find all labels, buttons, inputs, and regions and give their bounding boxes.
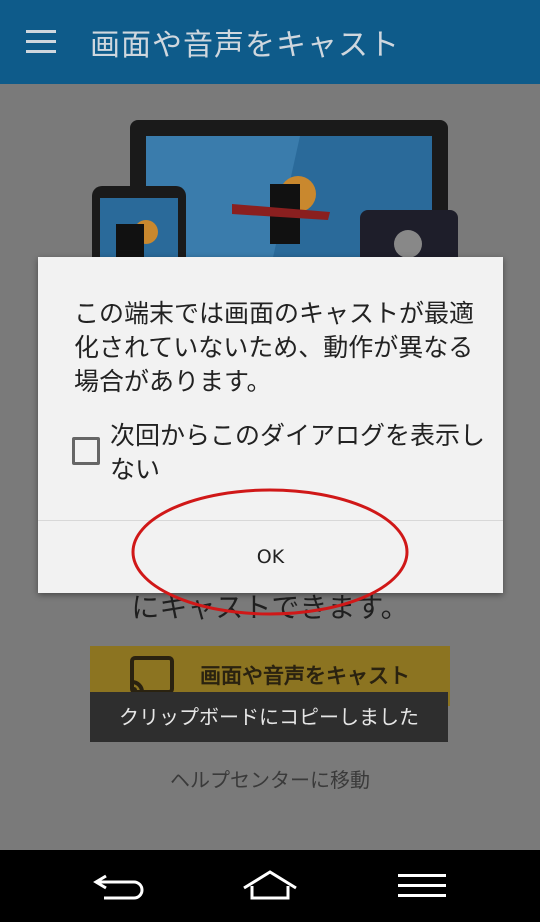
dont-show-again-label[interactable]: 次回からこのダイアログを表示しない: [110, 419, 490, 487]
hamburger-menu-icon[interactable]: [26, 30, 58, 54]
cast-icon: [130, 656, 174, 694]
recent-menu-icon[interactable]: [394, 868, 454, 904]
home-icon[interactable]: [240, 868, 300, 904]
app-bar-title: 画面や音声をキャスト: [90, 28, 400, 63]
dialog-message: この端末では画面のキャストが最適化されていないため、動作が異なる場合があります。: [74, 299, 475, 396]
app-bar: 画面や音声をキャスト: [0, 0, 540, 84]
annotation-circle: [131, 488, 409, 616]
cast-button-label: 画面や音声をキャスト: [200, 664, 410, 688]
system-nav-bar: [0, 850, 540, 922]
dont-show-again-checkbox[interactable]: [72, 437, 100, 465]
back-icon[interactable]: [90, 868, 150, 904]
help-center-link[interactable]: ヘルプセンターに移動: [0, 764, 540, 793]
toast-message: クリップボードにコピーしました: [90, 692, 448, 742]
